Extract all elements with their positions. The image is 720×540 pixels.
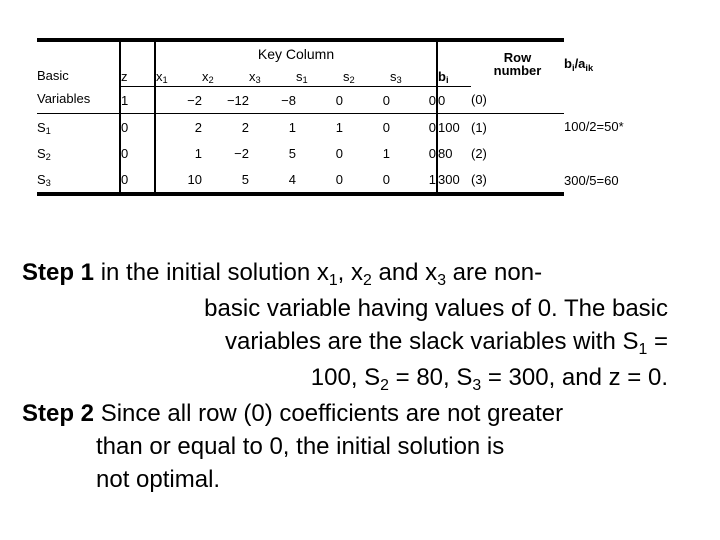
cell-bi-row2: 80 (436, 140, 471, 166)
simplex-tableau: Key Column Row number bi/aik Basic z x1 … (37, 38, 683, 196)
cell-bi-row1: 100 (436, 113, 471, 140)
cell-x2-row1: 2 (241, 119, 249, 135)
cell-rownum-row1: (1) (471, 119, 487, 135)
cell-rownum-row2: (2) (471, 145, 487, 161)
cell-x2-row2: −2 (234, 145, 249, 161)
table-row: S1 0 2 2 1 1 0 0 100 (1) 100/2=50* (37, 113, 683, 140)
row-label-s3: S3 (37, 166, 120, 196)
cell-s2-row3: 0 (343, 166, 390, 196)
banner-spacer-bi (436, 38, 471, 66)
step-1-line-1: Step 1 in the initial solution x1, x2 an… (22, 259, 543, 290)
cell-ratio-row2 (564, 140, 683, 166)
step-2-line-3: not optimal. (96, 466, 221, 493)
step-1-line-3: variables are the slack variables with S… (224, 328, 668, 359)
step-1-line-4: 100, S2 = 80, S3 = 300, and z = 0. (310, 364, 668, 395)
cell-s2-row1: 0 (382, 119, 390, 135)
simplex-tableau-region: Key Column Row number bi/aik Basic z x1 … (37, 38, 685, 228)
cell-s1-row2: 0 (335, 145, 343, 161)
step-1-paragraph: Step 1 in the initial solution x1, x2 an… (22, 256, 698, 397)
step-1-line-2: basic variable having values of 0. The b… (204, 295, 668, 322)
basic-variables-header: Basic (37, 66, 120, 87)
header-x3: x3 (249, 66, 296, 87)
cell-x3-row0: −8 (249, 86, 296, 114)
cell-s3-row0: 0 (390, 86, 437, 114)
row-label-s2: S2 (37, 145, 51, 163)
cell-x2-row3: 5 (202, 166, 249, 196)
ratio-header: bi/aik (564, 40, 683, 87)
key-column-banner: Key Column (154, 38, 437, 66)
cell-s3-row2: 0 (428, 145, 436, 161)
cell-x2-row0: −12 (202, 86, 249, 114)
cell-rownum-row0: (0) (471, 86, 564, 114)
cell-x1-row1: 2 (154, 113, 202, 140)
cell-ratio-row0 (564, 87, 683, 114)
cell-s1-row0: 0 (296, 86, 343, 114)
cell-x3-row3: 4 (249, 166, 296, 196)
header-s1: s1 (296, 66, 343, 87)
header-z: z (119, 66, 155, 87)
cell-bi-row3: 300 (436, 166, 471, 196)
banner-spacer-z (119, 38, 155, 66)
cell-x3-row1: 1 (288, 119, 296, 135)
step-2-line-1: Step 2 Since all row (0) coefficients ar… (22, 400, 564, 427)
table-row: Variables 1 −2 −12 −8 0 0 0 0 (0) (37, 86, 683, 114)
step-2-line-2: than or equal to 0, the initial solution… (96, 433, 505, 460)
header-x1: x1 (154, 66, 202, 87)
step-1-label: Step 1 (22, 259, 95, 286)
banner-spacer-basic (37, 38, 120, 66)
cell-x3-row2: 5 (288, 145, 296, 161)
header-s3: s3 (390, 66, 437, 87)
cell-z-row1: 0 (119, 113, 155, 140)
cell-x1-row3: 10 (154, 166, 202, 196)
basic-variables-header-line1: Basic (37, 67, 69, 83)
row-number-header-line1: Row (503, 49, 532, 65)
table-row-banner: Key Column Row number bi/aik (37, 38, 683, 87)
cell-s1-row3: 0 (296, 166, 343, 196)
cell-z-row3: 0 (119, 166, 155, 196)
cell-z-row0: 1 (119, 86, 155, 114)
step-2-paragraph: Step 2 Since all row (0) coefficients ar… (22, 397, 698, 496)
table-row: S2 0 1 −2 5 0 1 0 80 (2) (37, 140, 683, 166)
ratio-header-sub-ik: ik (585, 62, 594, 73)
cell-s1-row1: 1 (335, 119, 343, 135)
row-label-s1: S1 (37, 119, 51, 137)
cell-ratio-row3: 300/5=60 (564, 172, 619, 188)
row-number-header: Row number (471, 38, 564, 87)
cell-s2-row0: 0 (343, 86, 390, 114)
row-number-header-line2: number (493, 63, 542, 79)
ratio-header-b: b (564, 55, 572, 71)
cell-x1-row0: −2 (154, 86, 202, 114)
ratio-header-sub-i: i (571, 62, 575, 73)
ratio-header-slash-a: /a (574, 55, 586, 71)
cell-bi-row0: 0 (436, 86, 471, 114)
cell-s2-row2: 1 (382, 145, 390, 161)
header-bi: bi (436, 66, 471, 87)
basic-variables-header-line2-cell: Variables (37, 86, 120, 114)
cell-z-row2: 0 (119, 140, 155, 166)
cell-ratio-row1: 100/2=50* (564, 119, 624, 135)
cell-s3-row3: 1 (390, 166, 437, 196)
cell-s3-row1: 0 (428, 119, 436, 135)
header-s2: s2 (343, 66, 390, 87)
header-x2: x2 (202, 66, 249, 87)
table-row: S3 0 10 5 4 0 0 1 300 (3) 300/5=60 (37, 166, 683, 196)
basic-variables-header-line2: Variables (37, 91, 91, 107)
step-2-label: Step 2 (22, 400, 95, 427)
explanation-text: Step 1 in the initial solution x1, x2 an… (22, 256, 698, 496)
cell-x1-row2: 1 (154, 140, 202, 166)
cell-rownum-row3: (3) (471, 166, 564, 196)
